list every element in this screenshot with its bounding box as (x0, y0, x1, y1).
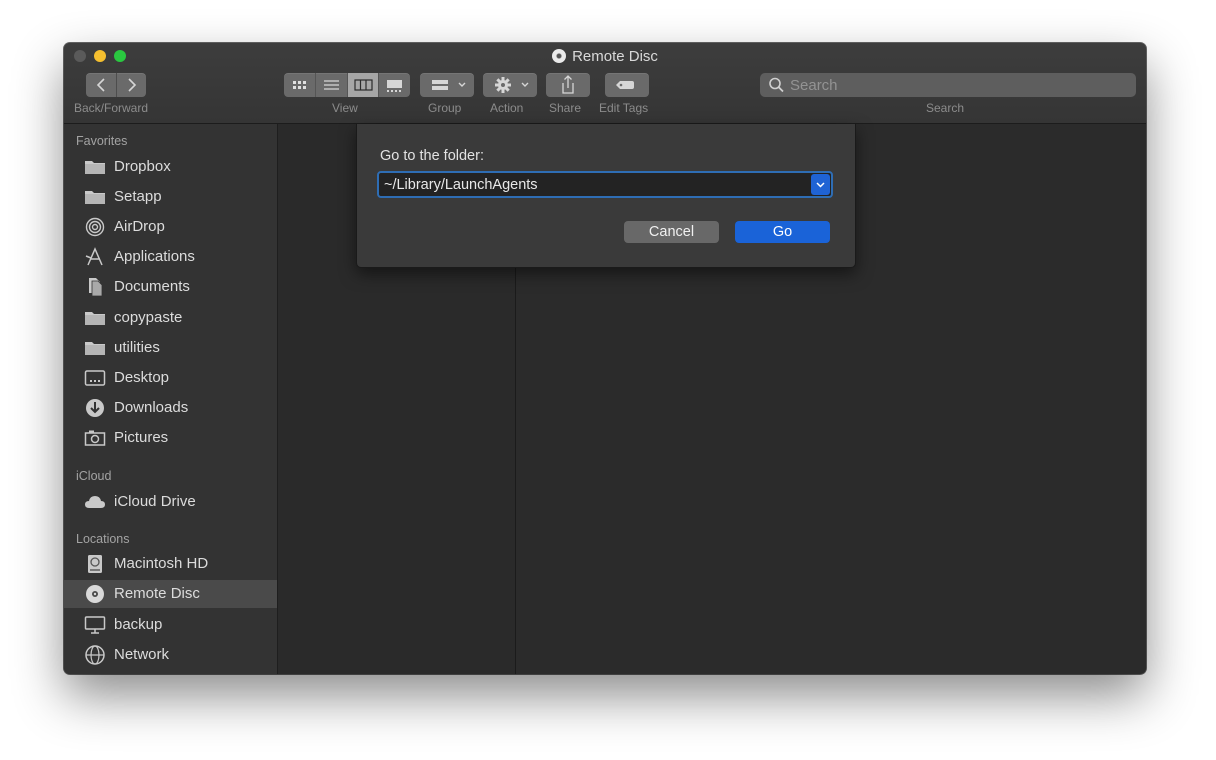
search-icon (769, 77, 784, 93)
cloud-icon (85, 496, 105, 508)
disc-icon (86, 585, 104, 603)
go-button[interactable]: Go (735, 221, 830, 243)
sidebar-item-downloads[interactable]: Downloads (64, 394, 277, 422)
sidebar-item-airdrop[interactable]: AirDrop (64, 213, 277, 241)
sidebar-item-label: Downloads (114, 399, 189, 416)
go-to-folder-dialog: Go to the folder: Cancel Go (356, 124, 856, 268)
sidebar-item-network[interactable]: Network (64, 641, 277, 669)
folder-icon (85, 342, 105, 355)
airdrop-icon (85, 217, 105, 237)
display-icon (84, 616, 106, 634)
chevron-left-icon (96, 78, 105, 92)
desktop-icon (84, 370, 106, 386)
sidebar-item-label: backup (114, 616, 163, 633)
sidebar-item-label: Remote Disc (114, 585, 200, 602)
window-title: Remote Disc (64, 48, 1146, 65)
chevron-right-icon (127, 78, 136, 92)
back-forward-label: Back/Forward (74, 101, 149, 115)
sidebar-item-label: Applications (114, 248, 195, 265)
applications-icon (85, 247, 103, 266)
sidebar-item-applications[interactable]: Applications (64, 243, 277, 271)
search-field[interactable] (760, 73, 1136, 97)
tag-icon (616, 81, 634, 89)
search-input[interactable] (790, 76, 1120, 94)
action-label: Action (490, 101, 524, 115)
cancel-button[interactable]: Cancel (624, 221, 719, 243)
edit-tags-label: Edit Tags (599, 101, 649, 115)
folder-path-input[interactable] (384, 176, 804, 194)
sidebar-item-label: Desktop (114, 369, 170, 386)
hard-drive-icon (88, 555, 102, 573)
disc-icon (552, 49, 567, 63)
columns-icon (353, 79, 373, 91)
sidebar-section-favorites: Favorites (76, 134, 128, 148)
share-label: Share (549, 101, 582, 115)
list-icon (323, 80, 339, 90)
sidebar-item-label: Network (114, 646, 170, 663)
icon-grid-icon (293, 81, 306, 89)
sidebar-section-locations: Locations (76, 532, 130, 546)
back-forward-control (86, 73, 146, 97)
group-button[interactable] (420, 73, 474, 97)
gallery-icon (387, 80, 403, 92)
sidebar-item-label: utilities (114, 339, 160, 356)
sidebar-item-label: Dropbox (114, 158, 171, 175)
sidebar-item-label: copypaste (114, 309, 183, 326)
sidebar-item-dropbox[interactable]: Dropbox (64, 153, 277, 181)
sidebar-item-label: Documents (114, 278, 190, 295)
sidebar-item-label: AirDrop (114, 218, 165, 235)
sidebar-item-icloud-drive[interactable]: iCloud Drive (64, 488, 277, 516)
network-icon (85, 645, 105, 665)
toolbar: Remote Disc Back/Forward View Group Acti… (64, 43, 1146, 124)
forward-button[interactable] (117, 73, 147, 97)
sidebar-item-copypaste[interactable]: copypaste (64, 304, 277, 332)
sidebar-item-pictures[interactable]: Pictures (64, 424, 277, 452)
sidebar-item-documents[interactable]: Documents (64, 273, 277, 301)
edit-tags-button[interactable] (605, 73, 649, 97)
folder-icon (85, 191, 105, 204)
group-label: Group (428, 101, 462, 115)
finder-window: Remote Disc Back/Forward View Group Acti… (64, 43, 1146, 674)
dialog-label: Go to the folder: (380, 148, 484, 164)
sidebar-item-label: iCloud Drive (114, 493, 196, 510)
sidebar-item-backup[interactable]: backup (64, 611, 277, 639)
chevron-down-icon (816, 182, 825, 188)
sidebar-item-label: Pictures (114, 429, 169, 446)
sidebar-item-label: Setapp (114, 188, 162, 205)
gallery-view-button[interactable] (379, 73, 410, 97)
sidebar-item-setapp[interactable]: Setapp (64, 183, 277, 211)
sidebar-item-remote-disc[interactable]: Remote Disc (64, 580, 277, 608)
path-history-dropdown[interactable] (811, 174, 830, 195)
sidebar-section-icloud: iCloud (76, 469, 112, 483)
sidebar: Favorites Dropbox Setapp AirDrop Applica… (64, 124, 278, 674)
sidebar-item-desktop[interactable]: Desktop (64, 364, 277, 392)
view-switcher (284, 73, 410, 97)
share-icon (562, 75, 574, 94)
sidebar-item-label: Macintosh HD (114, 555, 209, 572)
column-view-button[interactable] (347, 73, 380, 97)
action-button[interactable] (483, 73, 537, 97)
downloads-icon (86, 399, 104, 417)
back-button[interactable] (86, 73, 117, 97)
list-view-button[interactable] (316, 73, 348, 97)
folder-path-combobox[interactable] (377, 171, 833, 198)
sidebar-item-utilities[interactable]: utilities (64, 334, 277, 362)
search-label: Search (926, 101, 965, 115)
icon-view-button[interactable] (284, 73, 316, 97)
sidebar-item-macintosh-hd[interactable]: Macintosh HD (64, 550, 277, 578)
gear-icon (495, 77, 529, 93)
pictures-icon (84, 430, 106, 446)
view-label: View (332, 101, 358, 115)
folder-icon (85, 312, 105, 325)
window-title-text: Remote Disc (572, 48, 658, 65)
folder-icon (85, 161, 105, 174)
group-icon (432, 80, 466, 90)
documents-icon (89, 278, 103, 297)
share-button[interactable] (546, 73, 590, 97)
